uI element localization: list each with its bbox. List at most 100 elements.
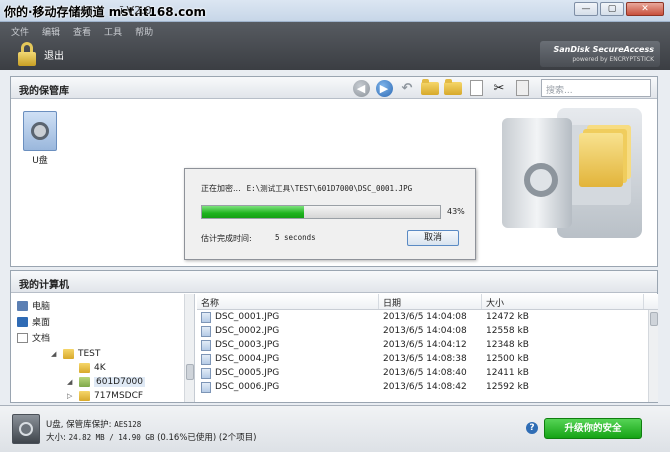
safe-illustration	[497, 103, 647, 263]
tree-item-desktop[interactable]: 桌面	[17, 315, 50, 328]
cut-button[interactable]: ✂	[489, 79, 509, 97]
vault-drive-item[interactable]: U盘	[23, 111, 57, 166]
file-row[interactable]: DSC_0005.JPG 2013/6/5 14:08:40 12411 kB	[197, 366, 658, 380]
search-input[interactable]: 搜索...	[541, 79, 651, 97]
open-folder-button[interactable]	[420, 78, 440, 97]
file-name-cell: DSC_0006.JPG	[197, 381, 379, 393]
file-list-scrollbar[interactable]	[648, 310, 658, 402]
vault-size-label: 大小:	[46, 433, 66, 443]
help-icon[interactable]: ?	[526, 422, 538, 434]
file-row[interactable]: DSC_0003.JPG 2013/6/5 14:04:12 12348 kB	[197, 338, 658, 352]
new-folder-icon	[444, 78, 462, 95]
usb-drive-icon	[12, 414, 40, 444]
file-name-cell: DSC_0005.JPG	[197, 367, 379, 379]
file-name: DSC_0006.JPG	[215, 382, 280, 392]
file-size: 12348 kB	[486, 340, 529, 350]
copy-button[interactable]	[466, 79, 486, 97]
menu-bar: 文件 编辑 查看 工具 帮助	[10, 24, 154, 39]
file-name: DSC_0003.JPG	[215, 340, 280, 350]
paste-icon	[515, 80, 529, 96]
tree-item-label: 4K	[94, 363, 106, 373]
computer-panel: 我的计算机 电脑 桌面 文档 ◢ TEST 4K ◢ 601D7000 ▷ 71…	[10, 270, 658, 403]
file-row[interactable]: DSC_0004.JPG 2013/6/5 14:08:38 12500 kB	[197, 352, 658, 366]
file-row[interactable]: DSC_0006.JPG 2013/6/5 14:08:42 12592 kB	[197, 380, 658, 394]
window-controls: — ▢ ✕	[574, 2, 664, 16]
file-size: 12411 kB	[486, 368, 529, 378]
column-name[interactable]: 名称	[197, 294, 379, 309]
tree-item-label: 601D7000	[94, 377, 146, 387]
eta-value: 5 seconds	[275, 233, 316, 242]
file-date: 2013/6/5 14:04:08	[383, 312, 467, 322]
up-folder-button[interactable]: ↶	[397, 79, 417, 97]
menu-help[interactable]: 帮助	[134, 24, 154, 39]
app-header: 文件 编辑 查看 工具 帮助 退出 SanDisk SecureAccess p…	[0, 22, 670, 70]
forward-arrow-icon: ▶	[375, 79, 393, 97]
vault-protection-label: U盘, 保管库保护:	[46, 420, 112, 430]
image-file-icon	[201, 367, 211, 379]
vault-protection-value: AES128	[114, 420, 142, 429]
exit-button[interactable]: 退出	[18, 42, 64, 66]
folder-tree: 电脑 桌面 文档 ◢ TEST 4K ◢ 601D7000 ▷ 717MSDCF	[11, 294, 195, 402]
tree-item-documents[interactable]: 文档	[17, 331, 50, 344]
file-name: DSC_0004.JPG	[215, 354, 280, 364]
file-name: DSC_0001.JPG	[215, 312, 280, 322]
menu-tools[interactable]: 工具	[103, 24, 123, 39]
upgrade-security-button[interactable]: 升级你的安全	[544, 418, 642, 439]
tree-item-test[interactable]: ◢ TEST	[51, 349, 100, 359]
new-folder-button[interactable]	[443, 78, 463, 97]
file-date: 2013/6/5 14:04:08	[383, 326, 467, 336]
image-file-icon	[201, 353, 211, 365]
file-row[interactable]: DSC_0001.JPG 2013/6/5 14:04:08 12472 kB	[197, 310, 658, 324]
file-list-scrollbar-thumb[interactable]	[650, 312, 658, 326]
tree-item-label: 桌面	[32, 318, 51, 328]
collapsed-triangle-icon[interactable]: ◢	[67, 378, 75, 386]
progress-fill	[202, 206, 305, 218]
back-arrow-icon: ◀	[352, 79, 370, 97]
tree-item-label: 电脑	[32, 302, 51, 312]
tree-item-label: 717MSDCF	[94, 391, 144, 401]
tree-item-601d7000[interactable]: ◢ 601D7000	[67, 377, 146, 387]
encryption-status: 正在加密... E:\测试工具\TEST\601D7000\DSC_0001.J…	[201, 183, 412, 194]
file-size: 12500 kB	[486, 354, 529, 364]
computer-header: 我的计算机	[11, 271, 657, 293]
image-file-icon	[201, 311, 211, 323]
computer-icon	[17, 300, 28, 311]
expanded-triangle-icon[interactable]: ◢	[51, 350, 59, 358]
file-name-cell: DSC_0001.JPG	[197, 311, 379, 323]
back-button[interactable]: ◀	[351, 79, 371, 97]
progress-bar	[201, 205, 441, 219]
paste-button[interactable]	[512, 79, 532, 97]
column-date[interactable]: 日期	[379, 294, 482, 309]
minimize-button[interactable]: —	[574, 2, 598, 16]
file-list-header: 名称 日期 大小	[197, 294, 658, 310]
file-size: 12592 kB	[486, 382, 529, 392]
desktop-icon	[17, 316, 28, 327]
eta-label: 估计完成时间:	[201, 234, 252, 243]
tree-scrollbar-thumb[interactable]	[186, 364, 194, 380]
documents-icon	[17, 332, 28, 343]
close-button[interactable]: ✕	[626, 2, 664, 16]
up-folder-icon: ↶	[401, 80, 413, 96]
tree-item-4k[interactable]: 4K	[67, 363, 106, 373]
collapsed-triangle-icon[interactable]: ▷	[67, 392, 75, 400]
title-bar: 你的·移动存储频道 mst.it168.com ī V2.0 — ▢ ✕	[0, 0, 670, 22]
tree-item-computer[interactable]: 电脑	[17, 299, 50, 312]
cancel-button[interactable]: 取消	[407, 230, 459, 246]
file-date: 2013/6/5 14:04:12	[383, 340, 467, 350]
tree-scrollbar[interactable]	[184, 294, 194, 402]
file-row[interactable]: DSC_0002.JPG 2013/6/5 14:04:08 12558 kB	[197, 324, 658, 338]
forward-button[interactable]: ▶	[374, 79, 394, 97]
column-size[interactable]: 大小	[482, 294, 644, 309]
folder-icon	[79, 377, 90, 387]
vault-size-value: 24.82 MB / 14.90 GB	[68, 433, 155, 442]
maximize-button[interactable]: ▢	[600, 2, 624, 16]
tree-item-label: TEST	[78, 349, 101, 359]
file-name-cell: DSC_0003.JPG	[197, 339, 379, 351]
menu-file[interactable]: 文件	[10, 24, 30, 39]
vault-title: 我的保管库	[19, 86, 69, 97]
tree-item-717msdcf[interactable]: ▷ 717MSDCF	[67, 391, 143, 401]
status-footer: U盘, 保管库保护: AES128 大小: 24.82 MB / 14.90 G…	[0, 405, 670, 452]
vault-protection-info: U盘, 保管库保护: AES128	[46, 418, 141, 430]
menu-view[interactable]: 查看	[72, 24, 92, 39]
menu-edit[interactable]: 编辑	[41, 24, 61, 39]
